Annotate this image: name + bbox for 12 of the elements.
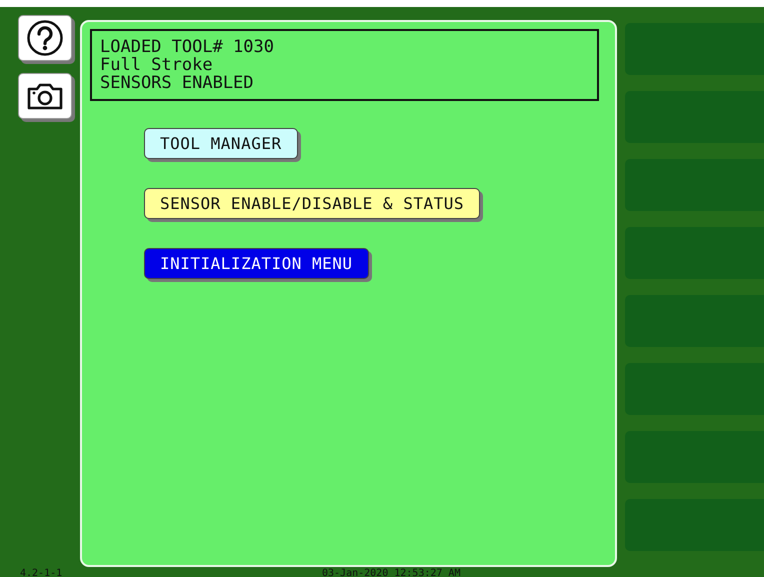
help-icon xyxy=(26,19,64,57)
help-button[interactable] xyxy=(18,15,72,61)
camera-icon xyxy=(26,81,64,111)
menu-button[interactable]: TOOL MANAGER xyxy=(144,128,298,159)
camera-button[interactable] xyxy=(18,73,72,119)
datetime-text: 03-Jan-2020 12:53:27 AM xyxy=(322,569,460,577)
version-text: 4.2-1-1 xyxy=(20,569,62,577)
status-line: SENSORS ENABLED xyxy=(100,74,254,92)
menu-button[interactable]: SENSOR ENABLE/DISABLE & STATUS xyxy=(144,188,480,219)
menu-button[interactable]: INITIALIZATION MENU xyxy=(144,248,369,279)
status-line: LOADED TOOL# 1030 xyxy=(100,38,274,56)
status-line: Full Stroke xyxy=(100,56,213,74)
